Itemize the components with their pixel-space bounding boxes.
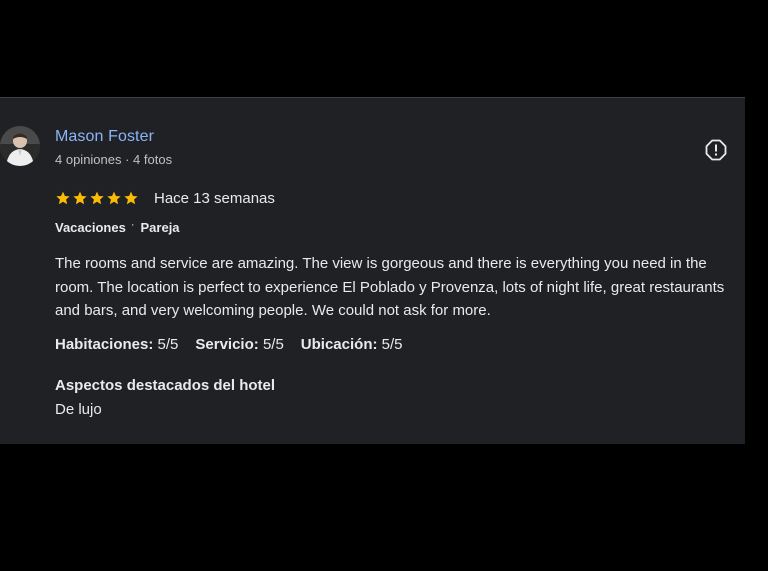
star-icon (123, 190, 139, 206)
trip-type: Vacaciones (55, 220, 126, 235)
avatar[interactable] (0, 126, 40, 166)
subrating-value: 5/5 (157, 336, 179, 353)
highlights-title: Aspectos destacados del hotel (55, 377, 276, 394)
star-rating (55, 190, 139, 206)
star-icon (55, 190, 71, 206)
subrating-label: Ubicación: (300, 336, 378, 353)
avatar-image (0, 126, 40, 166)
trip-companions: Pareja (140, 220, 180, 235)
subrating-label: Servicio: (195, 336, 259, 353)
author-name[interactable]: Mason Foster (55, 128, 154, 146)
subrating-label: Habitaciones: (55, 336, 154, 353)
review-date: Hace 13 semanas (154, 189, 275, 207)
subrating-item: Habitaciones: 5/5 (55, 336, 178, 353)
star-icon (106, 190, 122, 206)
trip-info: Vacaciones · Pareja (55, 218, 180, 236)
rating-row: Hace 13 semanas (55, 187, 275, 209)
page: Mason Foster 4 opiniones · 4 fotos Hace … (0, 0, 768, 571)
subrating-value: 5/5 (262, 336, 284, 353)
subrating-item: Ubicación: 5/5 (301, 336, 403, 353)
subrating-value: 5/5 (381, 336, 403, 353)
review-card: Mason Foster 4 opiniones · 4 fotos Hace … (0, 97, 745, 444)
star-icon (89, 190, 105, 206)
author-meta: 4 opiniones · 4 fotos (55, 152, 173, 167)
report-flag-icon[interactable] (704, 138, 728, 162)
trip-separator: · (130, 218, 135, 231)
review-text: The rooms and service are amazing. The v… (55, 255, 725, 319)
highlights-value: De lujo (55, 401, 102, 418)
star-icon (72, 190, 88, 206)
subrating-item: Servicio: 5/5 (195, 336, 283, 353)
subratings: Habitaciones: 5/5 Servicio: 5/5 Ubicación:… (55, 336, 403, 353)
